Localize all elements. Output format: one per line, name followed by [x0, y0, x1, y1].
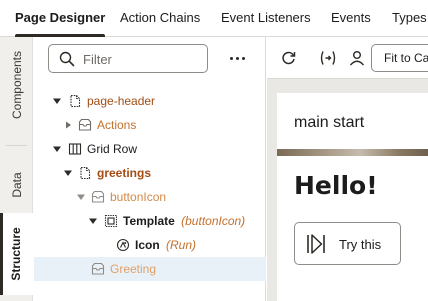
refresh-icon[interactable]: [278, 47, 300, 69]
filter-input[interactable]: [83, 50, 201, 68]
caret-right-icon[interactable]: [63, 120, 73, 130]
search-icon: [59, 51, 75, 67]
tree-row-buttonicon[interactable]: buttonIcon: [34, 185, 266, 209]
tree-row-actions[interactable]: Actions: [34, 113, 266, 137]
rail-tab-label: Structure: [9, 227, 23, 281]
preview-banner-image: [277, 149, 428, 156]
top-tab-bar: Page Designer Action Chains Event Listen…: [0, 0, 428, 37]
filter-box[interactable]: [48, 44, 208, 73]
template-icon: [104, 214, 118, 228]
tab-types[interactable]: Types: [392, 0, 427, 36]
slot-icon: [91, 190, 105, 203]
left-rail: Components Data Structure: [0, 37, 33, 301]
rail-divider: [6, 145, 27, 146]
tab-action-chains[interactable]: Action Chains: [120, 0, 200, 36]
preview-header-text: main start: [294, 114, 365, 131]
fit-to-canvas-button[interactable]: Fit to Canvas: [371, 44, 428, 72]
tab-events[interactable]: Events: [331, 0, 371, 36]
page-icon: [80, 166, 91, 180]
tree-row-greetings[interactable]: greetings: [34, 161, 266, 185]
tree-row-sublabel: (Run): [166, 238, 197, 252]
tree-row-label: Template: [123, 214, 175, 228]
tree-row-label: buttonIcon: [110, 190, 167, 204]
caret-down-icon[interactable]: [88, 216, 98, 226]
slot-icon: [91, 262, 105, 275]
tree-row-label: Actions: [97, 118, 137, 132]
tree-row-label: greetings: [97, 166, 152, 180]
rail-tab-data[interactable]: Data: [0, 155, 33, 215]
variables-icon[interactable]: [317, 47, 339, 69]
tree-row-template[interactable]: Template (buttonIcon): [34, 209, 266, 233]
structure-panel: page-header Actions Grid Row greetings b…: [34, 37, 266, 301]
tree-row-label: Icon: [135, 238, 160, 252]
tab-page-designer[interactable]: Page Designer: [15, 0, 106, 37]
caret-down-icon[interactable]: [52, 96, 62, 106]
page-preview: main start Hello! Try this: [277, 93, 428, 301]
tree-row-sublabel: (buttonIcon): [181, 214, 246, 228]
rail-tab-structure[interactable]: Structure: [0, 213, 33, 295]
tree-row-label: page-header: [87, 94, 156, 108]
caret-down-icon[interactable]: [76, 192, 86, 202]
tree-row-label-group: Icon (Run): [135, 238, 196, 252]
rail-tab-components[interactable]: Components: [0, 37, 33, 133]
rail-tab-label: Components: [9, 50, 24, 120]
page-icon: [70, 94, 81, 108]
tree-row-label: Grid Row: [87, 142, 138, 156]
caret-down-icon[interactable]: [63, 168, 73, 178]
icon-component-icon: [116, 238, 130, 252]
preview-greeting-text: Hello!: [294, 171, 378, 200]
run-icon: [307, 234, 325, 254]
tree-row-icon[interactable]: Icon (Run): [34, 233, 266, 257]
preview-header: main start: [277, 93, 428, 149]
ellipsis-icon[interactable]: [226, 45, 250, 71]
canvas-toolbar: Fit to Canvas: [267, 37, 428, 79]
tree-row-grid-row[interactable]: Grid Row: [34, 137, 266, 161]
caret-down-icon[interactable]: [52, 144, 62, 154]
tree-row-greeting[interactable]: Greeting: [34, 257, 266, 281]
grid-row-icon: [68, 143, 82, 155]
tree-row-label-group: Template (buttonIcon): [123, 214, 245, 228]
tree-row-page-header[interactable]: page-header: [34, 89, 266, 113]
try-this-button[interactable]: Try this: [294, 222, 401, 265]
user-icon[interactable]: [346, 47, 368, 69]
slot-icon: [78, 118, 92, 131]
try-this-button-label: Try this: [339, 237, 382, 252]
tab-event-listeners[interactable]: Event Listeners: [221, 0, 311, 36]
tree-row-label: Greeting: [110, 262, 157, 276]
rail-tab-label: Data: [9, 172, 24, 198]
page-canvas: Fit to Canvas main start Hello! Try this: [267, 37, 428, 301]
